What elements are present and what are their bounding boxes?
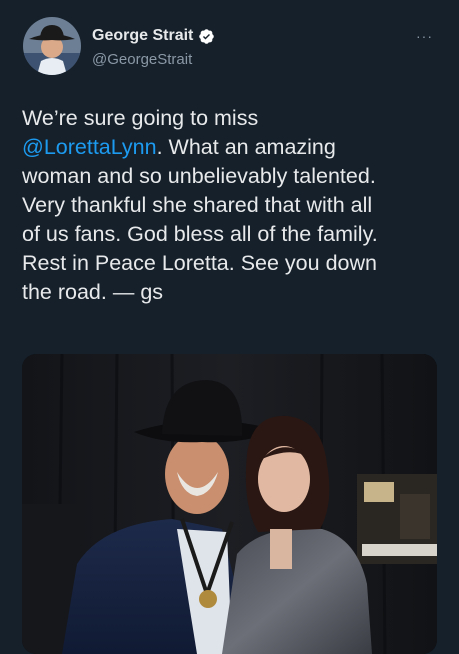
- photo-icon: [22, 354, 437, 654]
- author-name-row: George Strait: [92, 27, 215, 45]
- tweet-line-4: Very thankful she shared that with all: [22, 193, 373, 217]
- tweet-line-7: the road. — gs: [22, 280, 164, 304]
- more-options-icon[interactable]: ···: [416, 28, 433, 44]
- tweet-text: We’re sure going to miss @LorettaLynn. W…: [22, 104, 447, 307]
- avatar-photo-icon: [23, 17, 81, 75]
- tweet-line-3: woman and so unbelievably talented.: [22, 164, 376, 188]
- verified-badge-icon: [199, 28, 215, 44]
- author-display-name[interactable]: George Strait: [92, 27, 193, 45]
- tweet-card: George Strait @GeorgeStrait ··· We’re su…: [0, 0, 459, 654]
- tweet-line-2-text: . What an amazing: [156, 135, 336, 159]
- tweet-line-1: We’re sure going to miss: [22, 106, 259, 130]
- author-avatar[interactable]: [23, 17, 81, 75]
- tweet-line-6: Rest in Peace Loretta. See you down: [22, 251, 377, 275]
- author-handle[interactable]: @GeorgeStrait: [92, 51, 192, 68]
- tweet-line-2: @LorettaLynn. What an amazing: [22, 133, 447, 162]
- tweet-media-photo[interactable]: [22, 354, 437, 654]
- mention-link[interactable]: @LorettaLynn: [22, 135, 157, 159]
- tweet-line-5: of us fans. God bless all of the family.: [22, 222, 378, 246]
